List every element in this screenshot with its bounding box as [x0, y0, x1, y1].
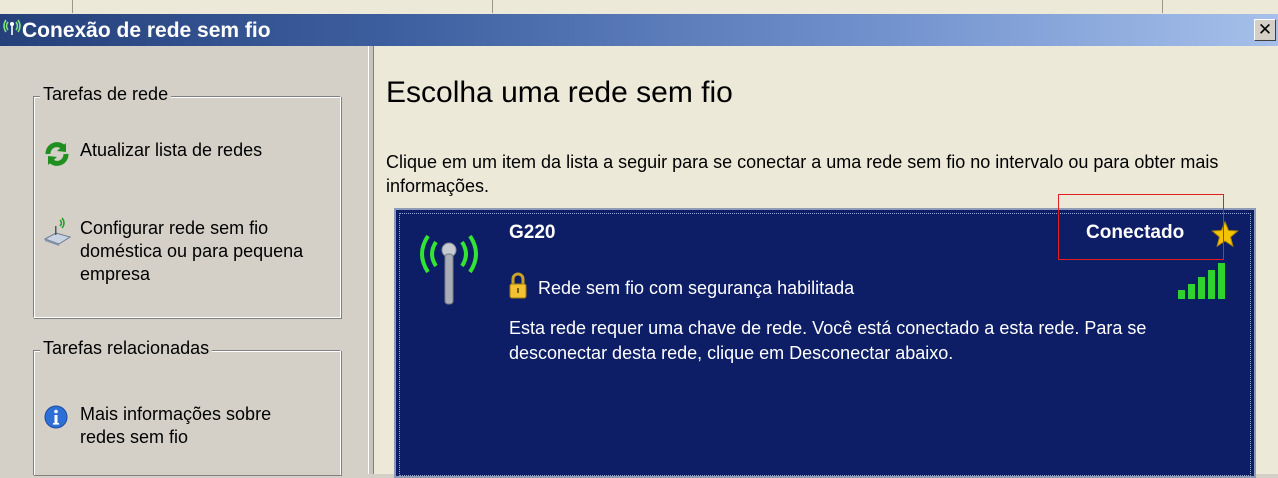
task-label: Mais informações sobre redes sem fio — [80, 404, 272, 447]
page-title: Escolha uma rede sem fio — [386, 76, 733, 109]
close-icon: ✕ — [1257, 20, 1273, 39]
task-label: Configurar rede sem fio doméstica ou par… — [80, 218, 304, 284]
task-setup-wireless-network[interactable]: Configurar rede sem fio doméstica ou par… — [42, 217, 332, 289]
wireless-setup-icon — [43, 217, 72, 246]
connection-status: Conectado — [1086, 222, 1185, 243]
refresh-icon — [45, 142, 69, 166]
task-label: Atualizar lista de redes — [80, 140, 263, 160]
task-refresh-network-list[interactable]: Atualizar lista de redes — [42, 139, 332, 169]
related-tasks-title: Tarefas relacionadas — [40, 338, 213, 359]
lock-icon — [509, 272, 527, 299]
related-tasks-group: Tarefas relacionadas Mais informações so… — [33, 338, 341, 475]
signal-strength-icon — [1178, 263, 1225, 299]
window-title: Conexão de rede sem fio — [22, 19, 271, 42]
security-status: Rede sem fio com segurança habilitada — [538, 278, 855, 298]
network-tasks-group: Tarefas de rede Atualizar lista de redes… — [33, 84, 341, 318]
network-tasks-title: Tarefas de rede — [40, 84, 172, 105]
strip-segment — [492, 0, 1163, 13]
network-ssid: G220 — [509, 222, 556, 243]
task-more-info[interactable]: Mais informações sobre redes sem fio — [42, 403, 332, 453]
star-icon — [1211, 220, 1239, 248]
intro-text: Clique em um item da lista a seguir para… — [386, 152, 1219, 196]
top-strip — [0, 0, 1278, 15]
network-description: Esta rede requer uma chave de rede. Você… — [509, 318, 1147, 363]
title-bar[interactable]: Conexão de rede sem fio ✕ — [0, 14, 1278, 46]
strip-segment — [72, 0, 493, 13]
strip-segment — [0, 0, 73, 13]
network-list-item[interactable]: G220 Conectado Rede sem fio com seguranç… — [394, 208, 1256, 478]
left-pane: Tarefas de rede Atualizar lista de redes… — [0, 46, 368, 475]
info-icon — [44, 405, 68, 429]
main-pane: Escolha uma rede sem fio Clique em um it… — [374, 46, 1278, 478]
close-button[interactable]: ✕ — [1254, 19, 1276, 41]
antenna-icon — [420, 234, 478, 305]
